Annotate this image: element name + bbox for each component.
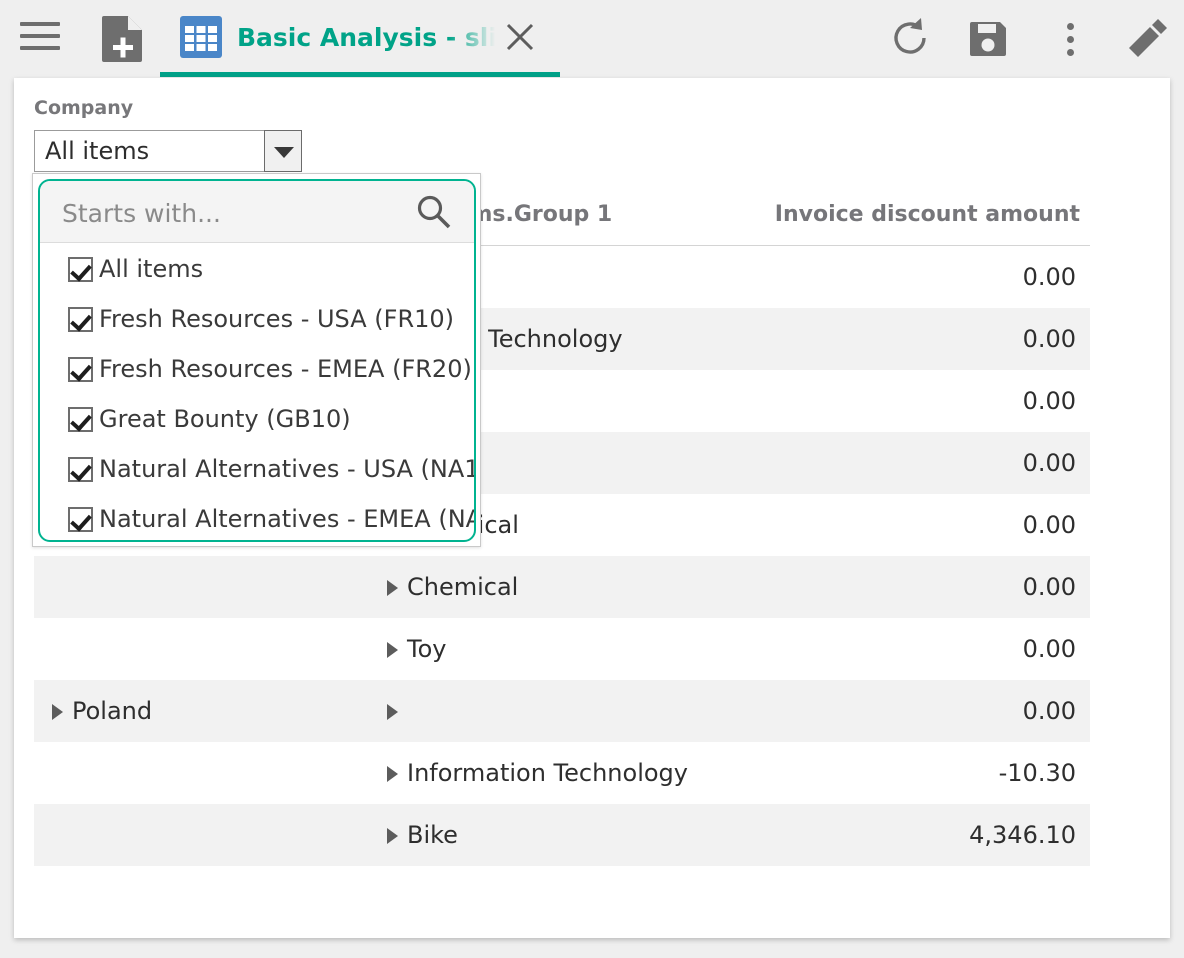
cell-group	[387, 680, 407, 742]
cell-country-label: Poland	[72, 697, 152, 725]
option-label: Natural Alternatives - USA (NA10)	[99, 455, 476, 483]
checkbox-checked-icon[interactable]	[68, 407, 93, 432]
table-row[interactable]: Bike 4,346.10	[34, 804, 1090, 866]
hamburger-bar	[20, 22, 60, 26]
expand-triangle-icon[interactable]	[52, 704, 63, 720]
company-selected-value: All items	[45, 137, 149, 165]
table-row[interactable]: Poland 0.00	[34, 680, 1090, 742]
close-icon[interactable]	[505, 22, 535, 52]
company-select[interactable]: All items	[34, 130, 302, 172]
table-row[interactable]: Information Technology -10.30	[34, 742, 1090, 804]
expand-triangle-icon[interactable]	[387, 828, 398, 844]
chevron-down-icon[interactable]	[264, 130, 302, 172]
cell-amount: 0.00	[1023, 432, 1076, 494]
cell-group: Chemical	[387, 556, 518, 618]
cell-group-label: Bike	[407, 821, 458, 849]
cell-country: Poland	[52, 680, 152, 742]
option-item-na20[interactable]: Natural Alternatives - EMEA (NA20)	[40, 494, 474, 542]
cell-group-label: Toy	[407, 635, 446, 663]
option-label: All items	[99, 255, 203, 283]
more-vertical-icon[interactable]	[1048, 16, 1092, 60]
cell-amount: 0.00	[1023, 308, 1076, 370]
option-item-gb10[interactable]: Great Bounty (GB10)	[40, 394, 474, 444]
search-icon[interactable]	[416, 194, 452, 230]
cell-group: Information Technology	[387, 742, 688, 804]
dropdown-search-row	[40, 181, 474, 243]
cell-amount: -10.30	[999, 742, 1076, 804]
hamburger-bar	[20, 34, 60, 38]
expand-triangle-icon[interactable]	[387, 642, 398, 658]
cell-group: Toy	[387, 618, 446, 680]
option-item-na10[interactable]: Natural Alternatives - USA (NA10)	[40, 444, 474, 494]
cell-group: Bike	[387, 804, 458, 866]
active-tab-underline	[160, 72, 560, 77]
table-row[interactable]: Chemical 0.00	[34, 556, 1090, 618]
hamburger-menu-icon[interactable]	[20, 22, 60, 54]
company-dropdown-panel: All items Fresh Resources - USA (FR10) F…	[32, 173, 481, 547]
tab-title[interactable]: Basic Analysis - sliced	[237, 20, 495, 56]
checkbox-checked-icon[interactable]	[68, 357, 93, 382]
pencil-icon[interactable]	[1126, 16, 1170, 60]
option-item-all-items[interactable]: All items	[40, 244, 474, 294]
option-label: Great Bounty (GB10)	[99, 405, 351, 433]
checkbox-checked-icon[interactable]	[68, 307, 93, 332]
option-item-fr10[interactable]: Fresh Resources - USA (FR10)	[40, 294, 474, 344]
option-label: Natural Alternatives - EMEA (NA20)	[99, 505, 476, 533]
column-header-amount[interactable]: Invoice discount amount	[775, 202, 1080, 227]
more-dot	[1067, 23, 1074, 30]
caret-shape	[274, 147, 294, 158]
cell-amount: 0.00	[1023, 246, 1076, 308]
cell-group-label: Chemical	[407, 573, 518, 601]
checkbox-checked-icon[interactable]	[68, 457, 93, 482]
expand-triangle-icon[interactable]	[387, 704, 398, 720]
cell-amount: 0.00	[1023, 370, 1076, 432]
top-toolbar: Basic Analysis - sliced	[0, 0, 1184, 78]
cell-amount: 0.00	[1023, 494, 1076, 556]
cell-amount: 0.00	[1023, 556, 1076, 618]
company-option-list: All items Fresh Resources - USA (FR10) F…	[40, 244, 474, 542]
cell-amount: 4,346.10	[969, 804, 1076, 866]
more-dot	[1067, 36, 1074, 43]
expand-triangle-icon[interactable]	[387, 580, 398, 596]
grid-table-icon[interactable]	[180, 16, 222, 58]
refresh-icon[interactable]	[888, 16, 932, 60]
option-label: Fresh Resources - USA (FR10)	[99, 305, 454, 333]
new-document-icon[interactable]	[100, 14, 144, 62]
option-item-fr20[interactable]: Fresh Resources - EMEA (FR20)	[40, 344, 474, 394]
checkbox-checked-icon[interactable]	[68, 507, 93, 532]
cell-amount: 0.00	[1023, 680, 1076, 742]
more-dot	[1067, 49, 1074, 56]
cell-group-label: Information Technology	[407, 759, 688, 787]
option-label: Fresh Resources - EMEA (FR20)	[99, 355, 472, 383]
expand-triangle-icon[interactable]	[387, 766, 398, 782]
company-filter-label: Company	[34, 97, 133, 119]
hamburger-bar	[20, 46, 60, 50]
table-row[interactable]: Toy 0.00	[34, 618, 1090, 680]
search-input[interactable]	[60, 194, 414, 232]
checkbox-checked-icon[interactable]	[68, 257, 93, 282]
company-dropdown-inner: All items Fresh Resources - USA (FR10) F…	[38, 179, 476, 542]
cell-amount: 0.00	[1023, 618, 1076, 680]
save-icon[interactable]	[966, 16, 1010, 60]
